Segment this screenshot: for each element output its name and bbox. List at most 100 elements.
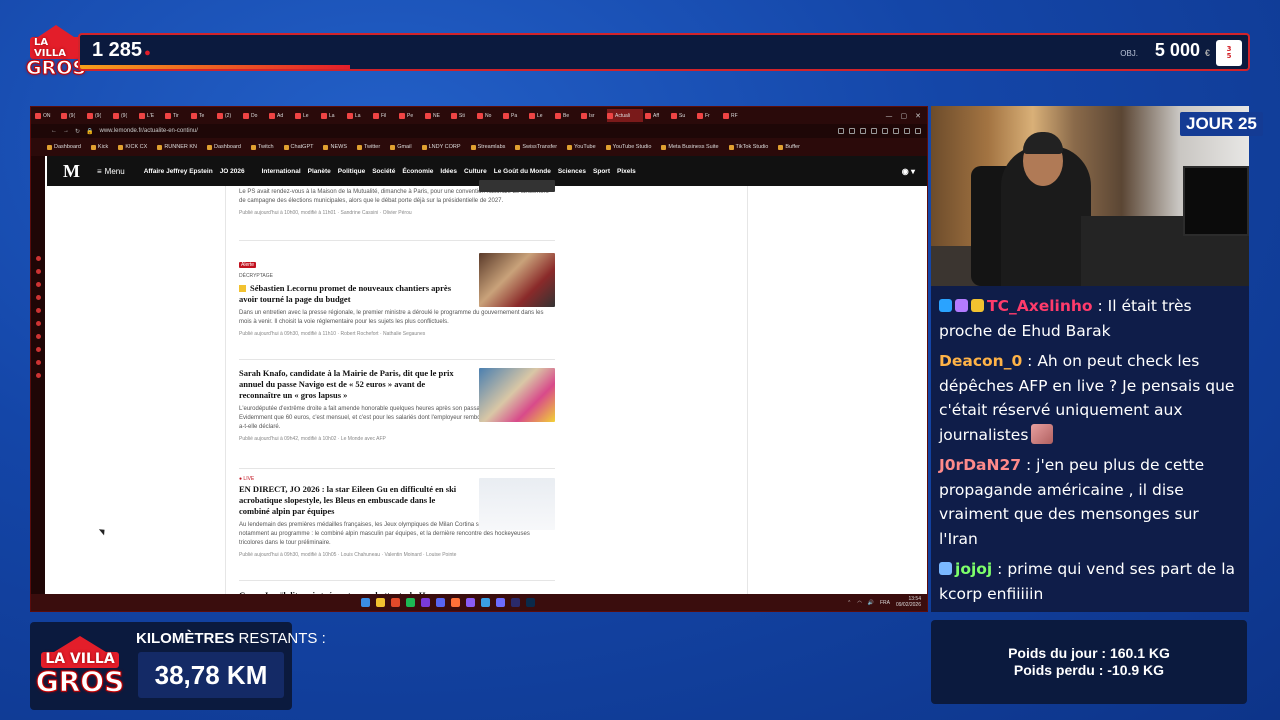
browser-icon[interactable] <box>391 598 400 607</box>
browser-tab[interactable]: RF <box>723 109 747 122</box>
windows-start-icon[interactable] <box>361 598 370 607</box>
app-icon[interactable] <box>496 598 505 607</box>
bookmark-item[interactable]: ChatGPT <box>283 144 313 150</box>
bookmark-item[interactable]: Buffer <box>778 144 800 150</box>
app-icon[interactable] <box>421 598 430 607</box>
browser-tab[interactable]: Fil <box>373 109 397 122</box>
browser-tab[interactable]: Su <box>671 109 695 122</box>
browser-tab[interactable]: Isr <box>581 109 605 122</box>
sidebar-icon[interactable] <box>35 282 41 287</box>
browser-tab[interactable]: Aff <box>645 109 669 122</box>
extension-icon[interactable] <box>882 128 888 134</box>
premiere-icon[interactable] <box>511 598 520 607</box>
chat-username[interactable]: J0rDaN27 <box>939 456 1021 474</box>
chat-username[interactable]: jojoj <box>955 560 992 578</box>
article-item[interactable]: Le PS avait rendez-vous à la Maison de l… <box>239 180 555 241</box>
browser-tab[interactable]: (9( <box>61 109 85 122</box>
article-title[interactable]: Sébastien Lecornu promet de nouveaux cha… <box>239 283 467 305</box>
nav-item[interactable]: International <box>262 168 301 175</box>
sidebar-icon[interactable] <box>35 295 41 300</box>
article-title[interactable]: Sarah Knafo, candidate à la Mairie de Pa… <box>239 368 467 401</box>
chevron-up-icon[interactable]: ⌃ <box>847 600 851 606</box>
app-icon[interactable] <box>466 598 475 607</box>
nav-item[interactable]: Le Goût du Monde <box>494 168 551 175</box>
nav-item[interactable]: Idées <box>440 168 457 175</box>
bookmark-item[interactable]: NEWS <box>323 144 347 150</box>
sidebar-icon[interactable] <box>35 373 41 378</box>
nav-item[interactable]: Pixels <box>617 168 636 175</box>
article-title[interactable]: EN DIRECT, JO 2026 : la star Eileen Gu e… <box>239 484 467 517</box>
extension-icon[interactable] <box>860 128 866 134</box>
sidebar-icon[interactable] <box>35 347 41 352</box>
nav-item[interactable]: Politique <box>338 168 365 175</box>
browser-tab[interactable]: (9( <box>87 109 111 122</box>
chat-username[interactable]: TC_Axelinho <box>987 297 1093 315</box>
bookmark-item[interactable]: YouTube Studio <box>605 144 651 150</box>
browser-tab[interactable]: Le <box>295 109 319 122</box>
browser-tab[interactable]: Pe <box>399 109 423 122</box>
photoshop-icon[interactable] <box>526 598 535 607</box>
nav-item[interactable]: JO 2026 <box>220 168 245 175</box>
browser-tab[interactable]: (2) <box>217 109 241 122</box>
browser-tab[interactable]: Le <box>529 109 553 122</box>
bookmark-item[interactable]: KICK CX <box>118 144 147 150</box>
menu-button[interactable]: ≡ Menu <box>97 167 125 176</box>
maximize-icon[interactable]: ▢ <box>901 112 908 120</box>
bookmark-item[interactable]: Kick <box>90 144 108 150</box>
clock[interactable]: 13:54 09/02/2026 <box>896 596 921 608</box>
article-item[interactable]: Sarah Knafo, candidate à la Mairie de Pa… <box>239 368 555 469</box>
extension-icon[interactable] <box>915 128 921 134</box>
extension-icon[interactable] <box>893 128 899 134</box>
browser-tab[interactable]: Do <box>243 109 267 122</box>
bookmark-item[interactable]: Streamlabs <box>470 144 505 150</box>
bookmark-item[interactable]: RUNNER KN <box>157 144 197 150</box>
bookmark-item[interactable]: Twitch <box>250 144 274 150</box>
extension-icon[interactable] <box>838 128 844 134</box>
bookmark-item[interactable]: Dashboard <box>47 144 81 150</box>
sidebar-icon[interactable] <box>35 269 41 274</box>
sidebar-icon[interactable] <box>35 308 41 313</box>
nav-item[interactable]: Économie <box>402 168 433 175</box>
app-icon[interactable] <box>481 598 490 607</box>
browser-tab[interactable]: Tir <box>165 109 189 122</box>
nav-item[interactable]: Culture <box>464 168 487 175</box>
bookmark-item[interactable]: Meta Business Suite <box>661 144 719 150</box>
reload-icon[interactable]: ↻ <box>75 128 80 135</box>
file-explorer-icon[interactable] <box>376 598 385 607</box>
article-item[interactable]: ● LIVE EN DIRECT, JO 2026 : la star Eile… <box>239 476 555 586</box>
browser-tab[interactable]: L'E <box>139 109 163 122</box>
bookmark-item[interactable]: TikTok Studio <box>728 144 768 150</box>
browser-tab[interactable]: Fr <box>697 109 721 122</box>
browser-tab[interactable]: La <box>321 109 345 122</box>
browser-tab[interactable]: Ad <box>269 109 293 122</box>
article-item[interactable]: Alerte DÉCRYPTAGE Sébastien Lecornu prom… <box>239 253 555 360</box>
spotify-icon[interactable] <box>406 598 415 607</box>
nav-item[interactable]: Société <box>372 168 395 175</box>
bookmark-item[interactable]: Twitter <box>356 144 380 150</box>
browser-tab[interactable]: No <box>477 109 501 122</box>
sidebar-icon[interactable] <box>35 334 41 339</box>
nav-item[interactable]: Affaire Jeffrey Epstein <box>144 168 213 175</box>
browser-tab[interactable]: Te <box>191 109 215 122</box>
account-icon[interactable]: ◉ ▾ <box>902 167 915 176</box>
forward-icon[interactable]: → <box>63 128 69 134</box>
bookmark-item[interactable]: Dashboard <box>207 144 241 150</box>
lemonde-logo[interactable]: M <box>63 161 80 182</box>
nav-item[interactable]: Sciences <box>558 168 586 175</box>
extension-icon[interactable] <box>871 128 877 134</box>
back-icon[interactable]: ← <box>51 128 57 134</box>
sidebar-icon[interactable] <box>35 360 41 365</box>
browser-tab[interactable]: (9( <box>113 109 137 122</box>
browser-tab[interactable]: La <box>347 109 371 122</box>
url-text[interactable]: www.lemonde.fr/actualite-en-continu/ <box>100 128 198 134</box>
browser-tab[interactable]: Actuali <box>607 109 643 122</box>
browser-tab[interactable]: NE <box>425 109 449 122</box>
bookmark-item[interactable]: SwissTransfer <box>515 144 557 150</box>
chat-username[interactable]: Deacon_0 <box>939 352 1022 370</box>
browser-tab[interactable]: ON <box>35 109 59 122</box>
volume-icon[interactable]: 🔊 <box>868 600 874 606</box>
bookmark-item[interactable]: LNDY CORP <box>421 144 461 150</box>
sidebar-icon[interactable] <box>35 321 41 326</box>
nav-item[interactable]: Planète <box>308 168 331 175</box>
language-indicator[interactable]: FRA <box>880 600 890 606</box>
